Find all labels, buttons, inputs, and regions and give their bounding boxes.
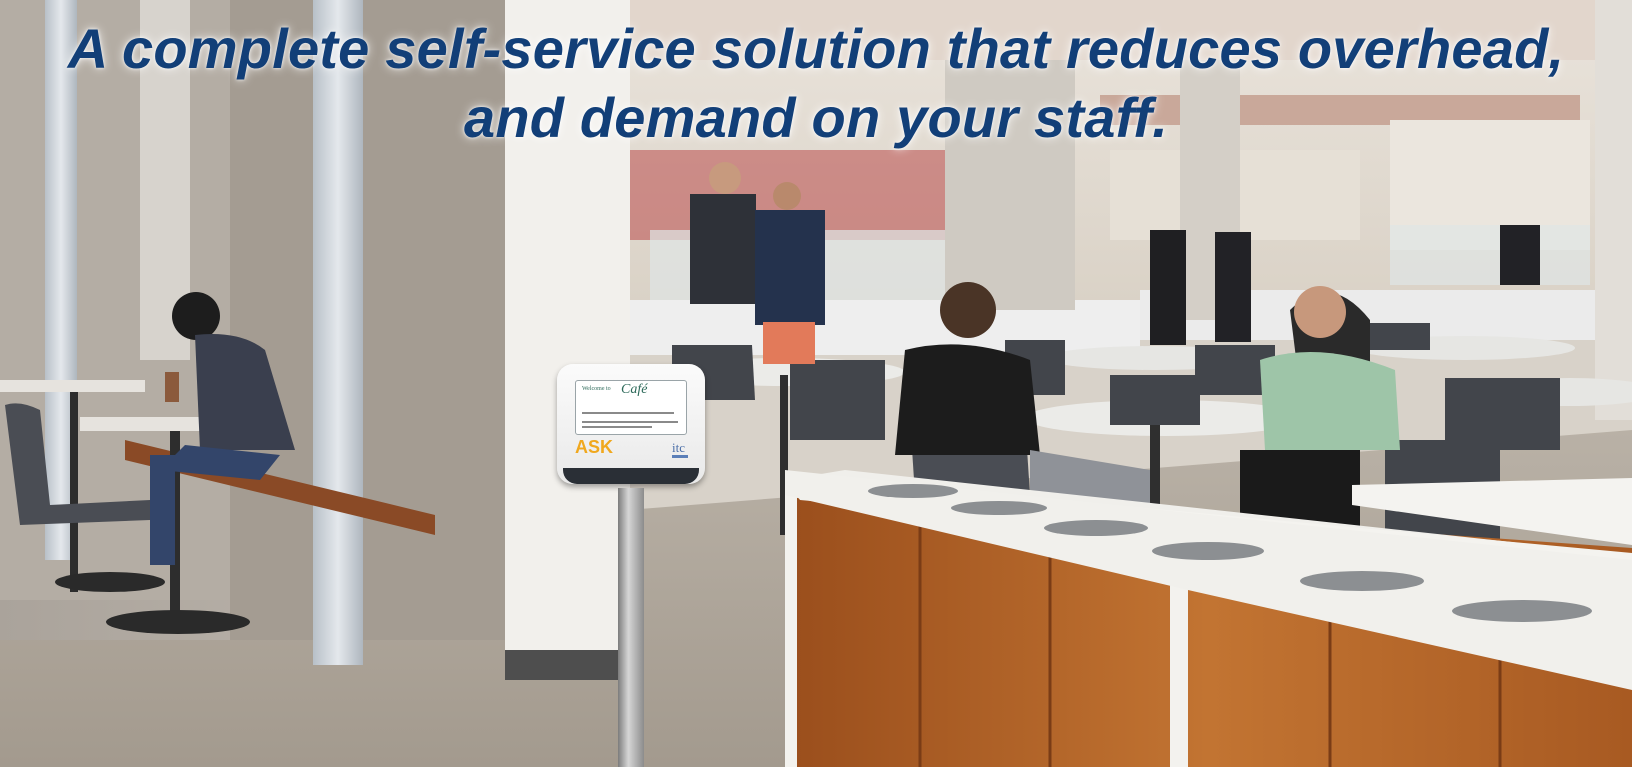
headline-line-2: and demand on your staff. [463, 86, 1169, 149]
kiosk-screen-text-line [582, 421, 678, 423]
kiosk-head: Welcome to Café ASK itc [557, 364, 705, 484]
headline-line-1: A complete self-service solution that re… [67, 17, 1565, 80]
kiosk-screen: Welcome to Café [575, 380, 687, 435]
hero-banner: A complete self-service solution that re… [0, 0, 1632, 767]
kiosk-screen-text-line [582, 412, 674, 414]
kiosk-logo-bar [672, 455, 688, 458]
kiosk-pole [618, 488, 644, 767]
kiosk-device: Welcome to Café ASK itc [557, 364, 709, 767]
kiosk-brand-label: ASK [575, 437, 614, 457]
kiosk-screen-text-line [582, 426, 652, 428]
kiosk-maker-logo: itc [672, 440, 685, 455]
headline: A complete self-service solution that re… [0, 14, 1632, 152]
kiosk-head-base [563, 468, 699, 484]
kiosk-screen-welcome: Welcome to [582, 386, 611, 392]
kiosk-screen-title: Café [621, 382, 648, 397]
